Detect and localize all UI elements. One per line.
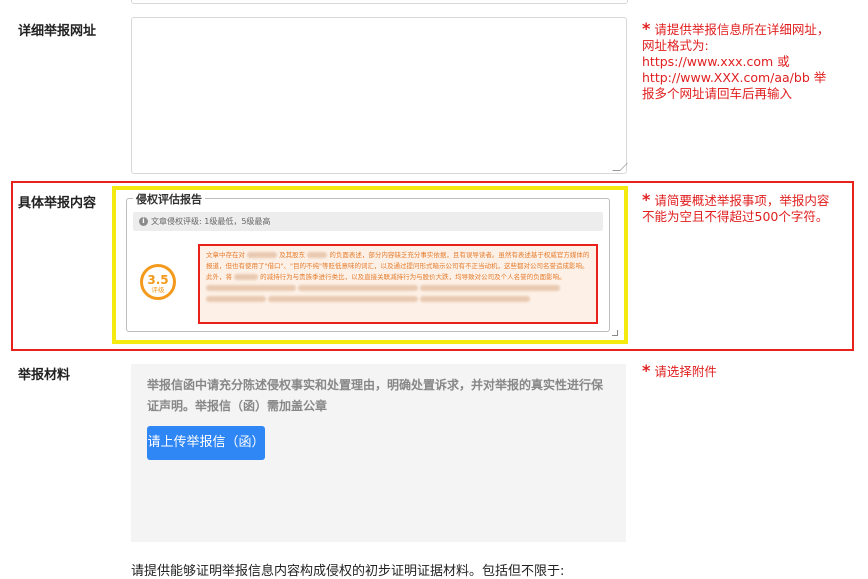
analysis-segment: 的减持行为与贵族季进行类比，以及直接关联减持行为与股价大跌，均导致对公司及个人名… — [260, 273, 566, 281]
previous-field-stub — [131, 0, 628, 4]
evidence-instructions: 请提供能够证明举报信息内容构成侵权的初步证明证据材料。包括但不限于: — [131, 564, 565, 579]
required-star-icon: * — [642, 361, 651, 380]
redacted-text — [420, 296, 531, 302]
redacted-text — [268, 296, 419, 302]
upload-description: 举报信函中请充分陈述侵权事实和处置理由，明确处置诉求，并对举报的真实性进行保证声… — [147, 378, 604, 413]
content-hint-line: 请简要概述举报事项，举报内容 — [654, 193, 830, 208]
redacted-text — [420, 285, 561, 291]
analysis-segment: 及其股东 — [279, 251, 306, 259]
content-hint: * 请简要概述举报事项，举报内容 不能为空且不得超过500个字符。 — [642, 192, 857, 225]
content-hint-line: 不能为空且不得超过500个字符。 — [642, 209, 829, 224]
url-hint-line: https://www.xxx.com 或 — [642, 54, 790, 69]
redacted-text — [247, 252, 278, 258]
infringement-report: 侵权评估报告 i 文章侵权评级: 1级最低，5级最高 3.5 评级 文章中存在对… — [126, 191, 610, 332]
redacted-text — [206, 296, 266, 302]
resize-handle-icon[interactable] — [612, 330, 618, 336]
redacted-text — [298, 285, 419, 291]
rating-note-bar: i 文章侵权评级: 1级最低，5级最高 — [133, 212, 603, 231]
redacted-text — [206, 285, 296, 291]
report-legend: 侵权评估报告 — [133, 191, 205, 207]
score-label: 评级 — [151, 286, 165, 294]
url-hint: * 请提供举报信息所在详细网址， 网址格式为: https://www.xxx.c… — [642, 21, 862, 102]
analysis-text-box: 文章中存在对 及其股东 的负面表述，部分内容缺乏充分事实依据，且有误导读者。虽然… — [198, 244, 598, 324]
info-icon: i — [139, 217, 148, 226]
content-field-label: 具体举报内容 — [18, 196, 97, 211]
url-field-label: 详细举报网址 — [18, 24, 97, 39]
redacted-text — [234, 274, 259, 280]
content-textarea[interactable]: 侵权评估报告 i 文章侵权评级: 1级最低，5级最高 3.5 评级 文章中存在对… — [112, 186, 628, 344]
url-textarea[interactable] — [131, 17, 628, 174]
resize-handle-icon[interactable] — [612, 163, 628, 171]
required-star-icon: * — [642, 190, 651, 209]
materials-hint-line: 请选择附件 — [654, 364, 717, 379]
redacted-text — [307, 252, 328, 258]
upload-panel: 举报信函中请充分陈述侵权事实和处置理由，明确处置诉求，并对举报的真实性进行保证声… — [131, 364, 626, 542]
materials-field-label: 举报材料 — [18, 368, 71, 383]
analysis-segment: 文章中存在对 — [206, 251, 245, 259]
url-hint-line: 报多个网址请回车后再输入 — [642, 86, 793, 101]
score-value: 3.5 — [147, 273, 169, 287]
required-star-icon: * — [642, 19, 651, 38]
upload-letter-button[interactable]: 请上传举报信（函） — [147, 426, 265, 460]
url-hint-line: 网址格式为: — [642, 38, 709, 53]
materials-hint: * 请选择附件 — [642, 363, 717, 380]
url-hint-line: 请提供举报信息所在详细网址， — [654, 22, 830, 37]
score-badge: 3.5 评级 — [140, 264, 176, 300]
rating-note: 文章侵权评级: 1级最低，5级最高 — [151, 217, 271, 226]
url-hint-line: http://www.XXX.com/aa/bb 举 — [642, 70, 827, 85]
